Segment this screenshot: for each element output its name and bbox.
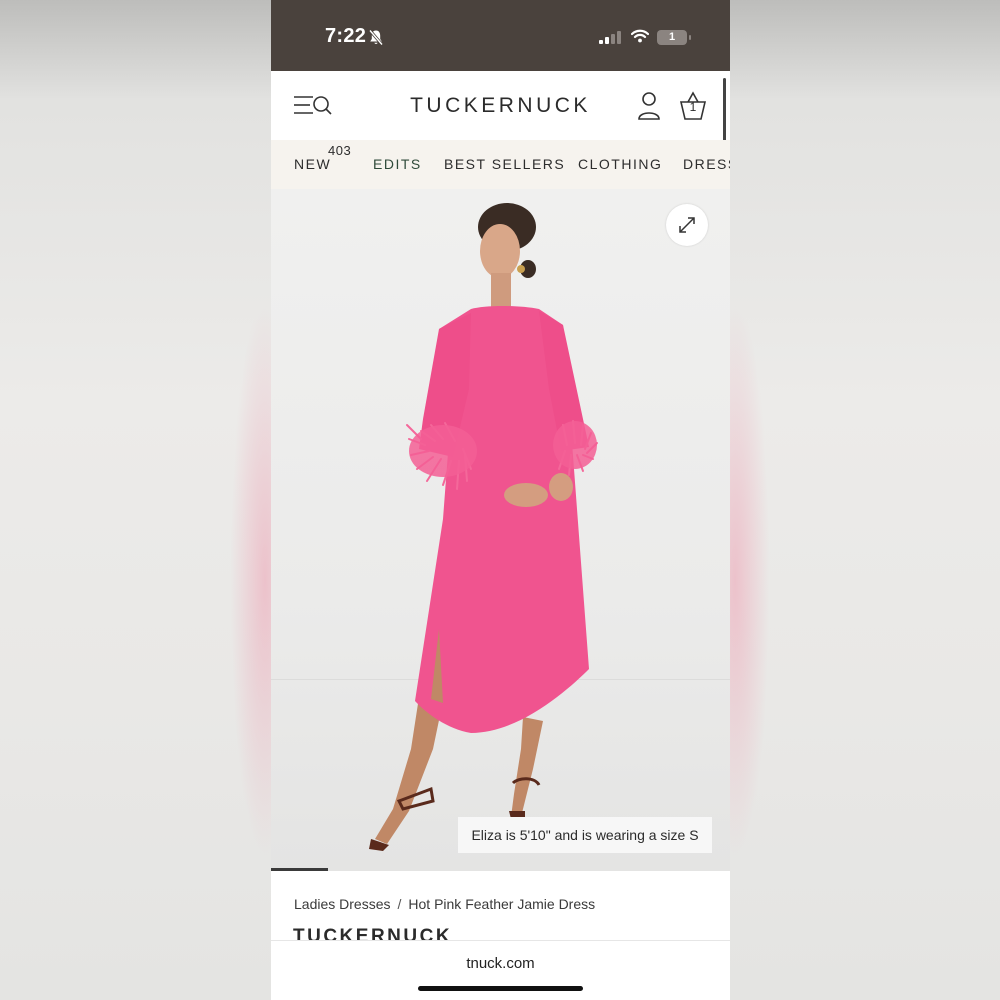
site-header: TUCKERNUCK 1 [271,71,730,140]
breadcrumb-ladies-dresses[interactable]: Ladies Dresses [294,896,391,912]
home-indicator [418,986,583,991]
battery-icon: 1 [657,30,687,45]
brand-logo[interactable]: TUCKERNUCK [271,94,730,118]
url-text[interactable]: tnuck.com [271,955,730,972]
category-nav: NEW 403 EDITS BEST SELLERS CLOTHING DRES… [271,140,730,189]
nav-new-count: 403 [328,143,352,158]
image-carousel-progress [271,868,328,871]
nav-item-clothing[interactable]: CLOTHING [578,156,662,172]
page-scrollbar[interactable] [723,78,726,148]
model-photo [369,203,598,851]
status-bar: 7:22 1 [271,0,730,71]
status-time: 7:22 [325,25,367,47]
breadcrumb: Ladies Dresses / Hot Pink Feather Jamie Dr… [294,896,595,912]
bag-count: 1 [689,100,697,114]
browser-url-bar[interactable]: tnuck.com [271,940,730,1000]
product-image[interactable]: Eliza is 5'10" and is wearing a size S [271,189,730,871]
signal-icon [599,31,621,49]
breadcrumb-current-product[interactable]: Hot Pink Feather Jamie Dress [408,896,595,912]
account-icon[interactable] [637,91,661,126]
nav-item-dresses[interactable]: DRESSES [683,156,730,172]
breadcrumb-separator: / [397,896,402,912]
wifi-icon [630,29,650,48]
product-brand-heading: TUCKERNUCK [293,926,453,940]
expand-image-button[interactable] [666,204,708,246]
nav-item-edits[interactable]: EDITS [373,156,422,172]
bell-off-icon [368,29,384,51]
nav-item-new[interactable]: NEW [294,156,331,172]
model-size-caption: Eliza is 5'10" and is wearing a size S [458,817,712,853]
background-left [0,0,300,1000]
background-right [700,0,1000,1000]
phone-screen: 7:22 1 TUCKERNUCK 1 NEW 403 EDITS BEST S… [271,0,730,1000]
nav-item-best-sellers[interactable]: BEST SELLERS [444,156,565,172]
expand-icon [679,217,695,233]
battery-cap [689,35,691,40]
